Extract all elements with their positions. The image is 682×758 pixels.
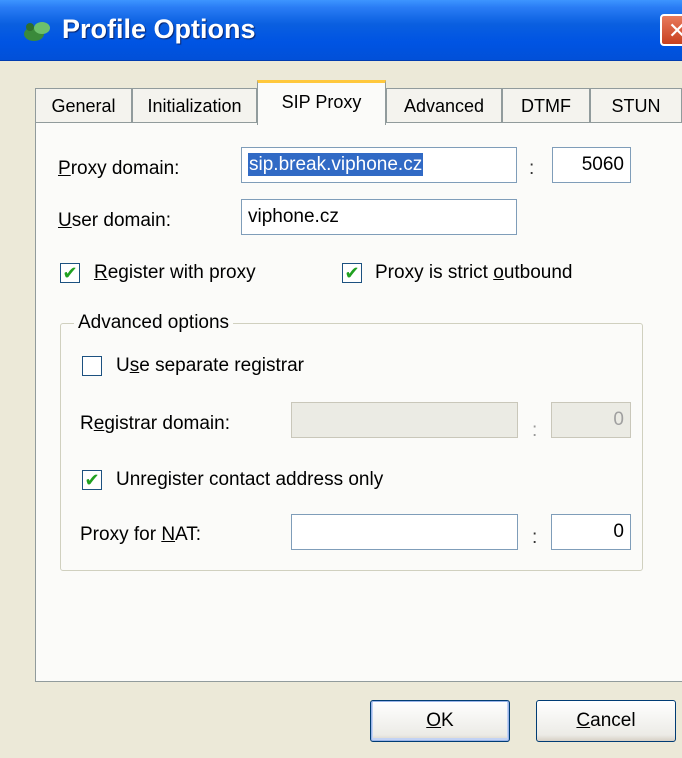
proxy-domain-value: sip.break.viphone.cz	[248, 153, 424, 176]
window-title: Profile Options	[62, 14, 256, 44]
profile-app-icon	[24, 22, 50, 41]
tab-stun[interactable]: STUN	[590, 88, 682, 124]
unregister-pre: Unre	[116, 469, 158, 490]
register-label-text: egister with proxy	[107, 262, 256, 283]
proxy-port-separator: :	[529, 158, 535, 179]
close-button[interactable]: ✕	[660, 14, 682, 46]
separate-rest: e separate registrar	[139, 355, 304, 376]
unregister-contact-checkbox[interactable]: ✔	[82, 470, 102, 490]
nat-port-input[interactable]: 0	[551, 514, 631, 550]
nat-port-separator: :	[532, 527, 538, 548]
strict-accel: o	[493, 262, 504, 283]
registrar-domain-input[interactable]	[291, 402, 518, 438]
proxy-domain-label-text: roxy domain:	[70, 158, 180, 179]
tab-general[interactable]: General	[35, 88, 132, 124]
separate-accel: s	[129, 355, 140, 376]
separate-pre: U	[116, 355, 130, 376]
proxy-nat-label: Proxy for NAT:	[80, 524, 201, 546]
strict-label-pre: Proxy is strict	[375, 262, 494, 283]
registrar-accel: e	[93, 413, 105, 434]
registrar-port-input[interactable]: 0	[551, 402, 631, 438]
register-with-proxy-checkbox[interactable]: ✔	[60, 263, 80, 283]
ok-button[interactable]: OK	[370, 700, 510, 742]
cancel-button[interactable]: Cancel	[536, 700, 676, 742]
cancel-accel: C	[576, 710, 591, 731]
unregister-accel: g	[157, 469, 168, 490]
advanced-options-title: Advanced options	[74, 312, 234, 334]
user-domain-input[interactable]: viphone.cz	[241, 199, 517, 235]
user-domain-label: User domain:	[58, 210, 171, 232]
strict-outbound-label: Proxy is strict outbound	[375, 262, 573, 284]
nat-pre: Proxy for	[80, 524, 162, 545]
tab-dtmf[interactable]: DTMF	[502, 88, 590, 124]
unregister-contact-label: Unregister contact address only	[116, 469, 383, 491]
register-accel: R	[94, 262, 108, 283]
registrar-port-separator: :	[532, 420, 538, 441]
proxy-domain-accel: P	[58, 158, 71, 179]
cancel-rest: ancel	[590, 710, 636, 731]
separate-registrar-label: Use separate registrar	[116, 355, 304, 377]
proxy-port-input[interactable]: 5060	[552, 147, 631, 183]
ok-rest: K	[441, 710, 454, 731]
user-domain-label-text: ser domain:	[71, 210, 172, 231]
separate-registrar-checkbox[interactable]	[82, 356, 102, 376]
title-bar: Profile Options ✕	[0, 0, 682, 61]
proxy-domain-input[interactable]: sip.break.viphone.cz	[241, 147, 517, 183]
proxy-nat-input[interactable]	[291, 514, 518, 550]
registrar-rest: gistrar domain:	[104, 413, 230, 434]
user-domain-accel: U	[58, 210, 72, 231]
register-with-proxy-label: Register with proxy	[94, 262, 256, 284]
nat-accel: N	[161, 524, 176, 545]
unregister-rest: ister contact address only	[167, 469, 384, 490]
ok-accel: O	[426, 710, 442, 731]
tab-advanced[interactable]: Advanced	[386, 88, 502, 124]
tab-sip-proxy[interactable]: SIP Proxy	[257, 80, 386, 125]
nat-rest: AT:	[175, 524, 202, 545]
strict-outbound-checkbox[interactable]: ✔	[342, 263, 362, 283]
strict-label-rest: utbound	[503, 262, 573, 283]
proxy-domain-label: Proxy domain:	[58, 158, 179, 180]
registrar-domain-label: Registrar domain:	[80, 413, 230, 435]
tab-initialization[interactable]: Initialization	[132, 88, 257, 124]
registrar-pre: R	[80, 413, 94, 434]
